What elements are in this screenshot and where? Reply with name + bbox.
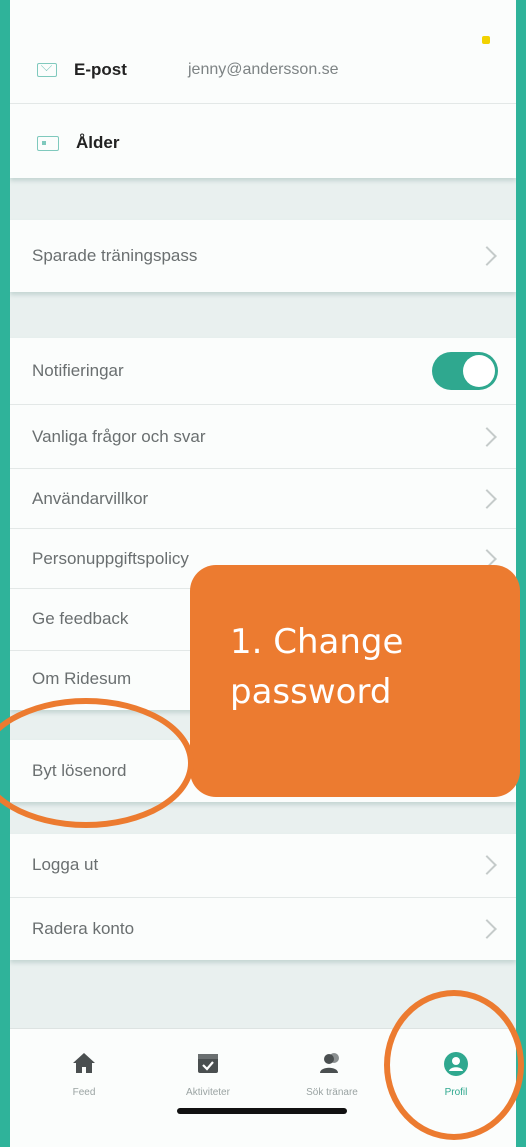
saved-workouts-card: Sparade träningspass [10,220,516,292]
age-row[interactable]: Ålder [10,118,516,168]
divider [10,103,516,104]
logout-label: Logga ut [32,855,99,874]
delete-account-label: Radera konto [32,919,135,938]
callout-text: 1. Change password [230,622,404,712]
age-label: Ålder [76,133,120,152]
chevron-right-icon [477,855,497,875]
profile-info-card: E-post jenny@andersson.se Ålder [10,0,516,178]
tab-activities[interactable]: Aktiviteter [148,1029,268,1119]
divider [10,404,516,405]
divider [10,468,516,469]
tab-label: Aktiviteter [186,1087,230,1098]
chevron-right-icon [477,246,497,266]
id-card-icon [37,136,59,151]
status-dot [482,36,490,44]
account-card: Logga ut Radera konto [10,834,516,960]
mail-icon [37,63,57,77]
highlight-ring-profile [384,990,524,1140]
tab-label: Sök tränare [306,1087,358,1098]
email-label: E-post [74,60,127,79]
home-indicator [177,1108,347,1114]
divider [10,528,516,529]
settings-item-label: Ge feedback [32,609,129,628]
settings-item-faq[interactable]: Vanliga frågor och svar [10,408,516,466]
settings-item-terms[interactable]: Användarvillkor [10,470,516,528]
tutorial-callout: 1. Change password [190,565,520,797]
tab-feed[interactable]: Feed [24,1029,144,1119]
saved-workouts-label: Sparade träningspass [32,246,198,265]
email-row: E-post jenny@andersson.se [10,45,516,95]
toggle-knob [463,355,495,387]
email-value: jenny@andersson.se [188,61,339,78]
chevron-right-icon [477,427,497,447]
settings-item-label: Om Ridesum [32,669,132,688]
calendar-check-icon [198,1054,218,1073]
chevron-right-icon [477,919,497,939]
logout-row[interactable]: Logga ut [10,834,516,896]
tab-label: Feed [72,1087,96,1098]
settings-item-label: Vanliga frågor och svar [32,427,206,446]
delete-account-row[interactable]: Radera konto [10,898,516,960]
tab-find-trainer[interactable]: Sök tränare [272,1029,392,1119]
notifications-label: Notifieringar [32,361,124,380]
notifications-toggle[interactable] [432,352,498,390]
home-icon [73,1053,95,1073]
saved-workouts-row[interactable]: Sparade träningspass [10,220,516,292]
settings-item-label: Användarvillkor [32,489,149,508]
chevron-right-icon [477,489,497,509]
notifications-row: Notifieringar [10,342,516,400]
settings-item-label: Personuppgiftspolicy [32,549,189,568]
users-icon [320,1053,339,1073]
